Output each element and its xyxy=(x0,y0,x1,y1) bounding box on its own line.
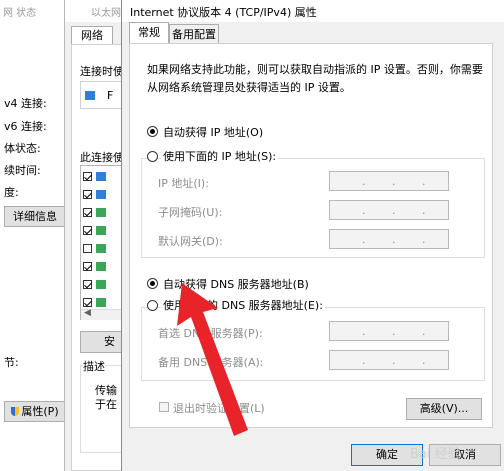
client-icon xyxy=(96,172,106,181)
dialog-title: Internet 协议版本 4 (TCP/IPv4) 属性 xyxy=(130,6,317,19)
component-checkbox[interactable] xyxy=(83,280,92,289)
watermark: Bai 经验 xyxy=(410,447,461,462)
component-checkbox[interactable] xyxy=(83,190,92,199)
manual-dns-radio[interactable] xyxy=(147,300,158,311)
shield-icon xyxy=(11,407,20,416)
ethernet-properties-window: 以太网 网络 连接时使 F 此连接使 ◀ 安 描述 传输 于在 xyxy=(64,0,124,471)
validate-on-exit-label[interactable]: 退出时验证设置(L) xyxy=(173,400,265,416)
tab-alternate-configuration[interactable]: 备用配置 xyxy=(169,24,219,43)
description-title: 描述 xyxy=(83,358,105,374)
auto-ip-label[interactable]: 自动获得 IP 地址(O) xyxy=(163,124,263,140)
ethernet-panel: 连接时使 F 此连接使 ◀ 安 描述 传输 于在 xyxy=(71,44,124,471)
properties-button[interactable]: 属性(P) xyxy=(4,401,66,422)
properties-button-label: 属性(P) xyxy=(21,405,59,418)
component-list[interactable]: ◀ xyxy=(80,165,124,320)
adapter-name: F xyxy=(107,89,114,102)
adapter-icon xyxy=(85,91,95,100)
protocol-icon xyxy=(96,226,106,235)
default-gateway-field[interactable]: ... xyxy=(329,229,449,249)
ipv4-properties-dialog: Internet 协议版本 4 (TCP/IPv4) 属性 常规 备用配置 如果… xyxy=(121,0,504,471)
component-checkbox[interactable] xyxy=(83,226,92,235)
subnet-mask-label: 子网掩码(U): xyxy=(158,206,223,219)
ip-address-field[interactable]: ... xyxy=(329,171,449,191)
status-window: 网 状态 v4 连接: v6 连接: 体状态: 续时间: 度: 详细信息 节: … xyxy=(0,0,71,471)
preferred-dns-label: 首选 DNS 服务器(P): xyxy=(158,327,263,340)
description-group: 描述 传输 于在 xyxy=(80,358,124,453)
ethernet-window-titlebar: 以太网 xyxy=(65,0,123,22)
auto-dns-label[interactable]: 自动获得 DNS 服务器地址(B) xyxy=(163,276,309,292)
component-checkbox[interactable] xyxy=(83,172,92,181)
horizontal-scrollbar[interactable]: ◀ xyxy=(81,308,123,320)
component-checkbox[interactable] xyxy=(83,298,92,307)
status-window-titlebar: 网 状态 xyxy=(0,0,70,22)
tab-network[interactable]: 网络 xyxy=(71,26,113,45)
protocol-icon xyxy=(96,244,106,253)
bytes-label: 节: xyxy=(4,356,19,369)
ip-settings-description: 如果网络支持此功能，则可以获取自动指派的 IP 设置。否则，你需要从网络系统管理… xyxy=(147,63,483,94)
ip-address-label: IP 地址(I): xyxy=(158,177,209,190)
media-state-label: 体状态: xyxy=(4,142,41,155)
description-line: 于在 xyxy=(95,398,117,411)
subnet-mask-field[interactable]: ... xyxy=(329,200,449,220)
items-used-label: 此连接使 xyxy=(80,151,124,164)
details-button[interactable]: 详细信息 xyxy=(4,206,66,227)
duration-label: 续时间: xyxy=(4,164,41,177)
ipv6-connection-label: v6 连接: xyxy=(4,120,47,133)
component-checkbox[interactable] xyxy=(83,262,92,271)
connect-using-label: 连接时使 xyxy=(80,65,124,78)
scroll-left-icon[interactable]: ◀ xyxy=(84,308,91,318)
protocol-icon xyxy=(96,298,106,307)
adapter-box: F xyxy=(80,81,124,109)
status-window-title: 网 状态 xyxy=(3,8,37,19)
auto-dns-radio[interactable] xyxy=(147,278,158,289)
validate-on-exit-checkbox[interactable] xyxy=(159,402,169,412)
default-gateway-label: 默认网关(D): xyxy=(158,235,223,248)
install-button[interactable]: 安 xyxy=(80,331,124,353)
auto-ip-radio[interactable] xyxy=(147,126,158,137)
preferred-dns-field[interactable]: ... xyxy=(329,321,449,341)
dialog-titlebar: Internet 协议版本 4 (TCP/IPv4) 属性 xyxy=(122,0,504,22)
manual-ip-label[interactable]: 使用下面的 IP 地址(S): xyxy=(161,148,279,164)
protocol-icon xyxy=(96,262,106,271)
manual-dns-label[interactable]: 使用下面的 DNS 服务器地址(E): xyxy=(161,297,325,313)
protocol-icon xyxy=(96,280,106,289)
service-icon xyxy=(96,208,106,217)
client-icon xyxy=(96,190,106,199)
manual-ip-radio[interactable] xyxy=(147,151,158,162)
alternate-dns-field[interactable]: ... xyxy=(329,350,449,370)
speed-label: 度: xyxy=(4,186,19,199)
ethernet-window-title: 以太网 xyxy=(91,8,121,19)
component-checkbox[interactable] xyxy=(83,208,92,217)
advanced-button[interactable]: 高级(V)... xyxy=(406,398,482,420)
general-panel: 如果网络支持此功能，则可以获取自动指派的 IP 设置。否则，你需要从网络系统管理… xyxy=(129,43,493,428)
alternate-dns-label: 备用 DNS 服务器(A): xyxy=(158,356,264,369)
component-checkbox[interactable] xyxy=(83,244,92,253)
ipv4-connection-label: v4 连接: xyxy=(4,97,47,110)
tab-general[interactable]: 常规 xyxy=(129,22,169,44)
